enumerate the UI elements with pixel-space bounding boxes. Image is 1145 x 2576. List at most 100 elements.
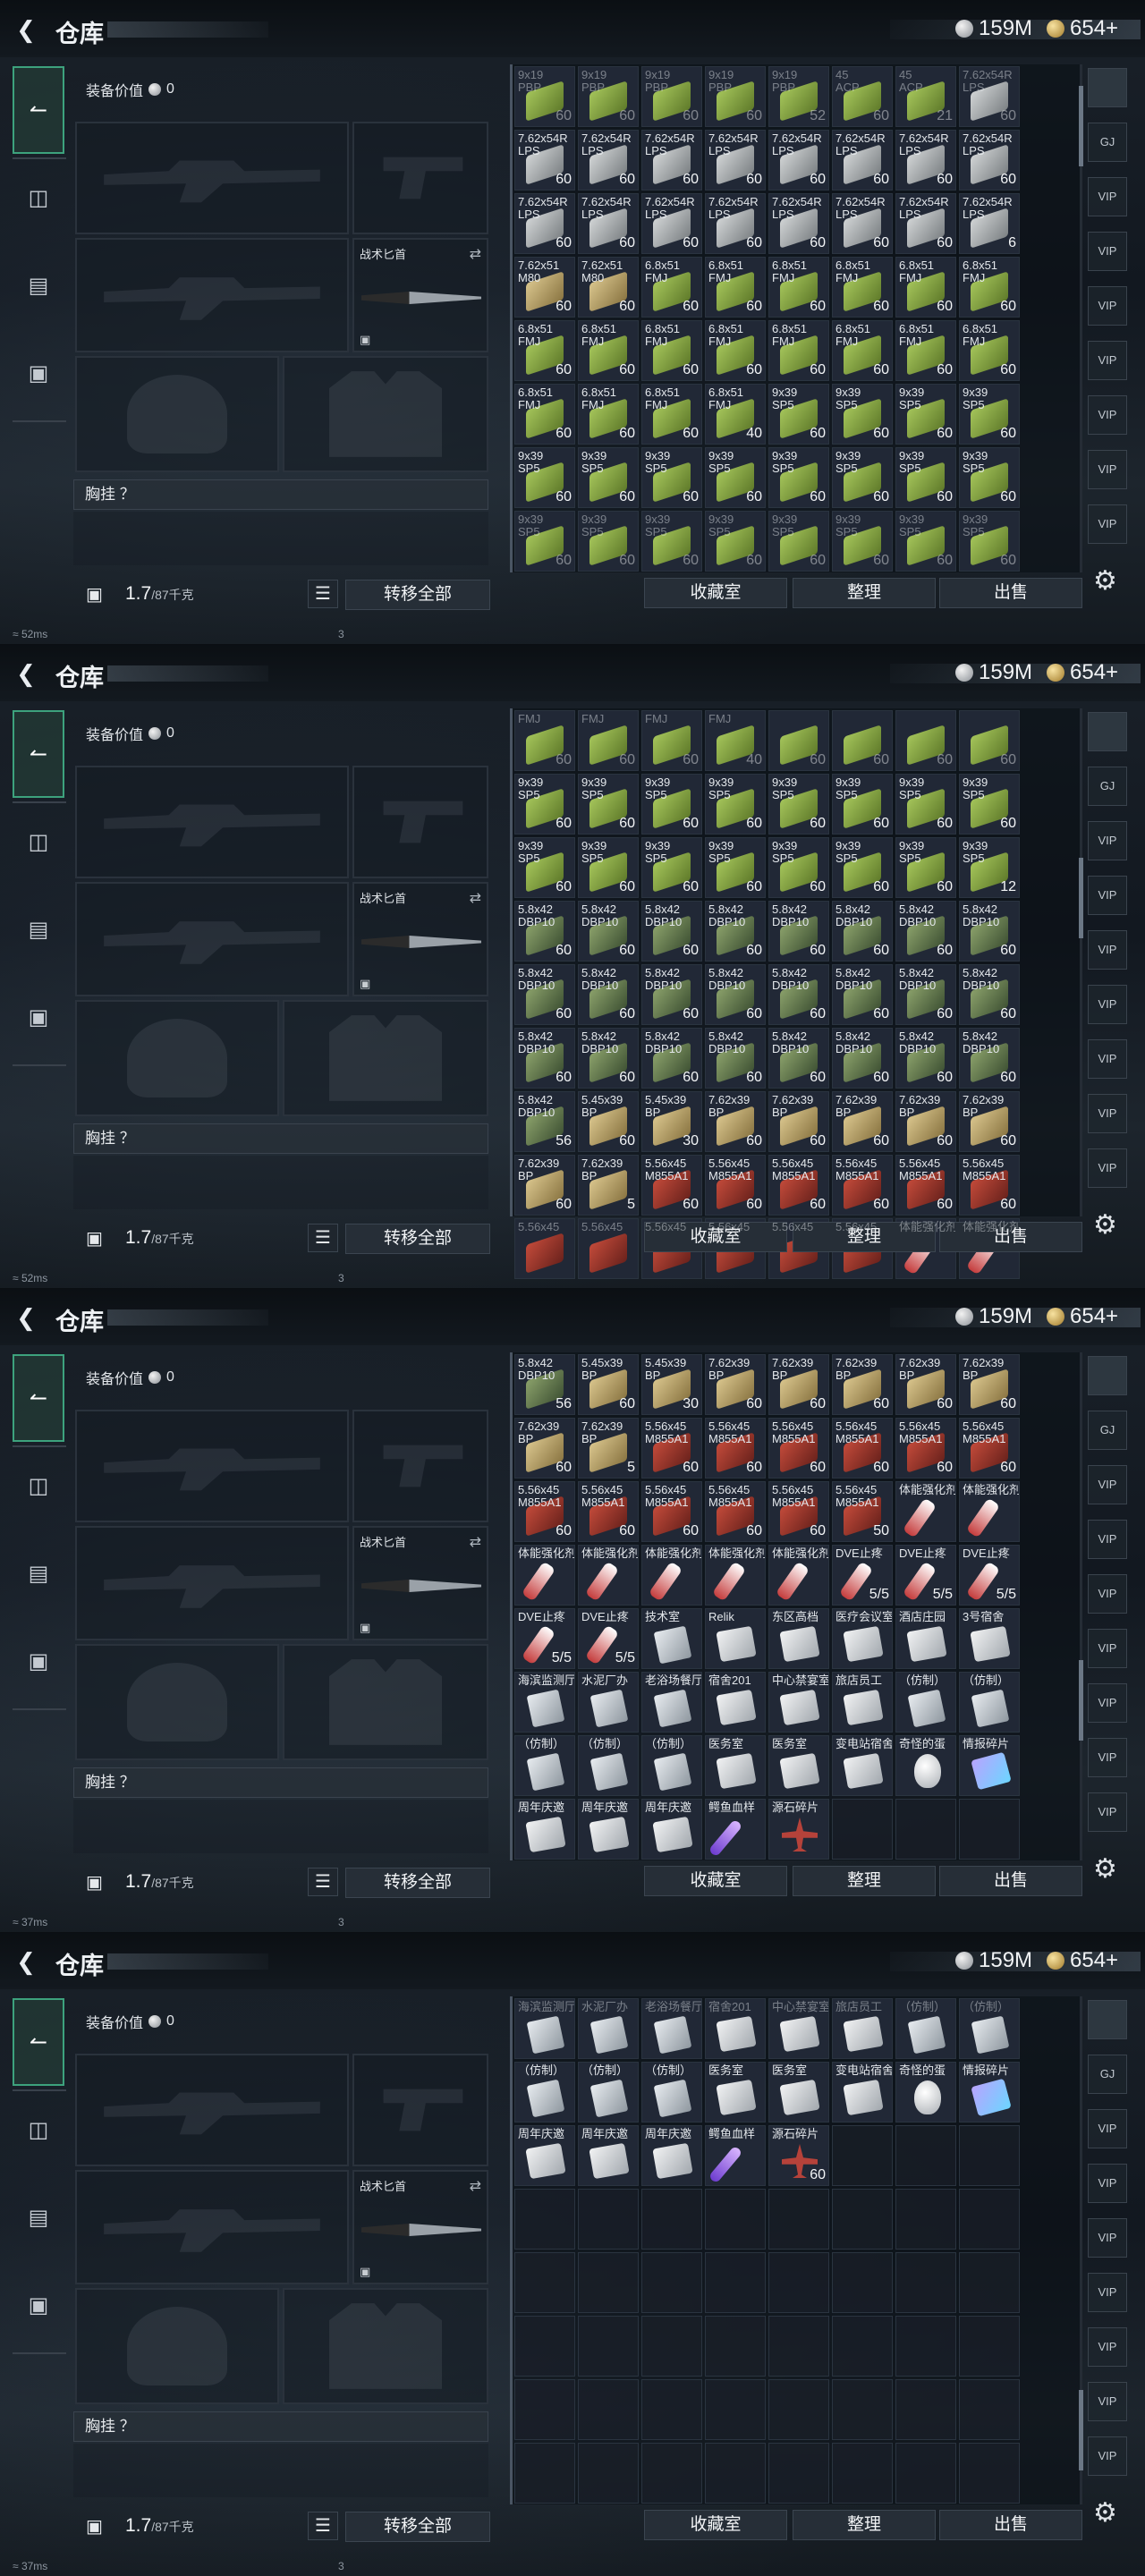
inventory-item[interactable]: FMJ 60 [641,710,702,771]
silver-currency[interactable]: 159M [955,16,1032,41]
transfer-all-button[interactable]: 转移全部 [345,1224,490,1254]
silver-currency[interactable]: 159M [955,1948,1032,1973]
inventory-item[interactable]: 7.62x39 BP 60 [705,1091,766,1152]
grid-scroll-thumb[interactable] [1079,2389,1083,2470]
inventory-item[interactable]: 奇怪的蛋 [895,2062,956,2123]
inventory-item[interactable]: 情报碎片 [959,2062,1020,2123]
inventory-item[interactable]: （仿制） [514,2062,575,2123]
helmet-slot[interactable] [75,356,279,472]
inventory-item[interactable]: 5.56x45 M855A1 60 [578,1481,639,1542]
silver-currency[interactable]: 159M [955,1304,1032,1329]
secondary-weapon-slot[interactable] [75,882,349,996]
inventory-item[interactable]: 6.8x51 FMJ 60 [959,257,1020,318]
inventory-item[interactable]: 9x39 SP5 60 [514,511,575,572]
inventory-item[interactable]: （仿制） [641,2062,702,2123]
tab-backpack[interactable]: ▣ [13,329,64,417]
side-container-button[interactable]: GJ [1088,123,1127,162]
inventory-item[interactable]: 东区高档 [768,1608,829,1669]
inventory-item[interactable]: 5.45x39 BP 30 [641,1091,702,1152]
side-container-button[interactable]: VIP [1088,2273,1127,2312]
inventory-item[interactable]: 9x19 PBP 52 [768,66,829,127]
side-container-button[interactable]: VIP [1088,1520,1127,1559]
inventory-item[interactable]: 7.62x54R LPS 60 [895,130,956,191]
inventory-item[interactable]: 9x39 SP5 60 [705,447,766,508]
inventory-item[interactable]: 7.62x54R LPS 60 [768,130,829,191]
inventory-item[interactable]: 7.62x54R LPS 60 [895,193,956,254]
inventory-item[interactable]: 变电站宿舍 [832,2062,893,2123]
inventory-item[interactable]: 5.56x45 M855A1 60 [705,1418,766,1479]
inventory-item[interactable]: 5.56x45 M855A1 60 [641,1155,702,1216]
gear-icon[interactable]: ⚙ [1093,1853,1117,1885]
inventory-item[interactable]: DVE止疼 5/5 [832,1545,893,1606]
inventory-item[interactable]: 7.62x54R LPS 60 [641,130,702,191]
inventory-item[interactable]: 5.8x42 DBP10 60 [514,1028,575,1089]
tab-rig[interactable]: ▤ [13,1530,64,1617]
side-container-button[interactable]: VIP [1088,1465,1127,1504]
inventory-item[interactable]: 45 ACP 60 [832,66,893,127]
inventory-item[interactable]: 7.62x51 M80 60 [578,257,639,318]
grid-scroll-track[interactable] [1080,708,1082,1216]
tab-armor[interactable]: ◫ [13,798,64,886]
inventory-item[interactable]: 5.56x45 M855A1 60 [959,1155,1020,1216]
inventory-item[interactable]: 6.8x51 FMJ 60 [768,320,829,381]
inventory-item[interactable]: 5.8x42 DBP10 60 [832,1028,893,1089]
inventory-item[interactable]: 9x19 PBP 60 [641,66,702,127]
inventory-item[interactable]: （仿制） [959,1672,1020,1733]
inventory-item[interactable]: 9x39 SP5 60 [895,384,956,445]
inventory-item[interactable]: 周年庆邀 [514,1799,575,1860]
side-container-button[interactable]: VIP [1088,2109,1127,2148]
sidearm-slot[interactable] [352,122,488,234]
inventory-item[interactable]: 体能强化剂 [514,1545,575,1606]
tab-armor[interactable]: ◫ [13,2086,64,2174]
inventory-item[interactable]: 体能强化剂 [895,1481,956,1542]
tab-weapons[interactable]: ↼ [13,710,64,798]
inventory-item[interactable]: 9x39 SP5 60 [705,774,766,835]
side-container-button[interactable]: VIP [1088,2218,1127,2258]
inventory-item[interactable]: 9x39 SP5 60 [832,447,893,508]
inventory-item[interactable]: 9x39 SP5 60 [705,511,766,572]
helmet-slot[interactable] [75,1644,279,1760]
gold-currency[interactable]: 654+ [1047,16,1118,41]
list-icon[interactable]: ☰ [308,1224,338,1252]
inventory-item[interactable]: 水泥厂办 [578,1672,639,1733]
inventory-item[interactable]: 7.62x39 BP 60 [959,1091,1020,1152]
side-container-button[interactable]: VIP [1088,1094,1127,1133]
inventory-item[interactable]: Relik [705,1608,766,1669]
side-container-button[interactable]: VIP [1088,1574,1127,1614]
inventory-item[interactable]: 9x39 SP5 60 [705,837,766,898]
side-container-button[interactable]: VIP [1088,395,1127,435]
inventory-item[interactable]: 旅店员工 [832,1998,893,2059]
tab-rig[interactable]: ▤ [13,2174,64,2261]
sidearm-slot[interactable] [352,766,488,878]
inventory-item[interactable]: 60 [768,710,829,771]
side-container-button[interactable]: VIP [1088,450,1127,489]
sidearm-slot[interactable] [352,2054,488,2166]
inventory-item[interactable]: 5.56x45 [578,1218,639,1279]
inventory-item[interactable]: 5.56x45 M855A1 60 [514,1481,575,1542]
inventory-item[interactable]: 5.8x42 DBP10 60 [959,901,1020,962]
inventory-item[interactable]: 5.8x42 DBP10 60 [895,1028,956,1089]
inventory-item[interactable]: 3号宿舍 [959,1608,1020,1669]
inventory-item[interactable]: 老浴场餐厅 [641,1998,702,2059]
inventory-item[interactable]: 鳄鱼血样 [705,1799,766,1860]
inventory-item[interactable]: 5.8x42 DBP10 60 [514,964,575,1025]
inventory-item[interactable]: 5.56x45 M855A1 60 [895,1418,956,1479]
inventory-item[interactable]: 5.56x45 M855A1 60 [641,1481,702,1542]
sort-button[interactable]: 整理 [793,2510,936,2540]
inventory-item[interactable]: 6.8x51 FMJ 60 [895,257,956,318]
sell-button[interactable]: 出售 [939,578,1082,608]
tab-rig[interactable]: ▤ [13,886,64,973]
storage-icon[interactable] [1088,68,1127,107]
inventory-item[interactable]: 变电站宿舍 [832,1735,893,1796]
inventory-item[interactable]: 5.8x42 DBP10 56 [514,1354,575,1415]
inventory-item[interactable]: 9x39 SP5 60 [832,511,893,572]
inventory-item[interactable]: 9x39 SP5 60 [895,447,956,508]
inventory-item[interactable]: 5.8x42 DBP10 60 [959,964,1020,1025]
inventory-item[interactable]: 7.62x54R LPS 60 [514,130,575,191]
inventory-item[interactable]: 7.62x39 BP 60 [895,1354,956,1415]
inventory-item[interactable]: FMJ 60 [578,710,639,771]
inventory-item[interactable]: 9x39 SP5 60 [641,511,702,572]
side-container-button[interactable]: VIP [1088,876,1127,915]
swap-icon[interactable]: ⇄ [470,1533,481,1551]
collection-button[interactable]: 收藏室 [644,578,787,608]
